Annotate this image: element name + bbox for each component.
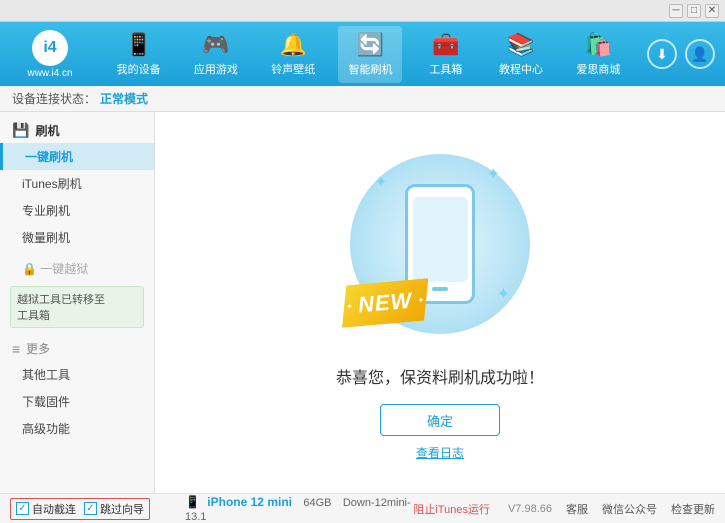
service-link[interactable]: 客服 bbox=[566, 501, 588, 517]
stop-itunes-button[interactable]: 阻止iTunes运行 bbox=[413, 501, 490, 517]
flash-section-label: 刷机 bbox=[35, 122, 59, 139]
bottom-bar: 自动截连 跳过向导 📱 iPhone 12 mini 64GB Down-12m… bbox=[0, 493, 725, 523]
my-device-icon: 📱 bbox=[125, 32, 152, 58]
one-key-flash-item[interactable]: 一键刷机 bbox=[0, 143, 154, 170]
sparkle-3: ✦ bbox=[497, 284, 510, 304]
ringtones-icon: 🔔 bbox=[280, 32, 307, 58]
toolbox-icon: 🧰 bbox=[432, 32, 459, 58]
confirm-button[interactable]: 确定 bbox=[380, 404, 500, 436]
star-left: ✦ bbox=[346, 301, 353, 311]
nav-ringtones[interactable]: 🔔 铃声壁纸 bbox=[261, 26, 325, 83]
apps-games-icon: 🎮 bbox=[202, 32, 229, 58]
content-area: ✦ ✦ ✦ ✦ NEW ✦ 恭喜您，保资料刷机成功啦！ 确定 查看日志 bbox=[155, 112, 725, 493]
nav-toolbox[interactable]: 🧰 工具箱 bbox=[416, 26, 476, 83]
flash-section: 💾 刷机 一键刷机 iTunes刷机 专业刷机 微量刷机 bbox=[0, 116, 154, 253]
user-button[interactable]: 👤 bbox=[685, 39, 715, 69]
nav-items: 📱 我的设备 🎮 应用游戏 🔔 铃声壁纸 🔄 智能刷机 🧰 工具箱 📚 教程中心… bbox=[100, 26, 637, 83]
main-area: 💾 刷机 一键刷机 iTunes刷机 专业刷机 微量刷机 🔒 一键越狱 bbox=[0, 112, 725, 493]
device-storage: 64GB bbox=[303, 497, 331, 509]
nav-my-device[interactable]: 📱 我的设备 bbox=[107, 26, 171, 83]
bottom-right: 阻止iTunes运行 V7.98.66 客服 微信公众号 检查更新 bbox=[413, 501, 715, 517]
nav-ringtones-label: 铃声壁纸 bbox=[271, 61, 315, 77]
nav-think-shop[interactable]: 🛍️ 爱思商城 bbox=[566, 26, 630, 83]
more-section-header: 更多 bbox=[0, 336, 154, 361]
device-status-bar: 设备连接状态： 正常模式 bbox=[0, 86, 725, 112]
success-illustration: ✦ ✦ ✦ ✦ NEW ✦ bbox=[340, 144, 540, 344]
device-name: iPhone 12 mini bbox=[207, 495, 292, 509]
nav-toolbox-label: 工具箱 bbox=[429, 61, 462, 77]
maximize-button[interactable]: □ bbox=[687, 4, 701, 18]
view-log-link[interactable]: 查看日志 bbox=[416, 444, 464, 461]
nav-tutorial[interactable]: 📚 教程中心 bbox=[489, 26, 553, 83]
star-right: ✦ bbox=[417, 295, 424, 305]
logo-area: i4 www.i4.cn bbox=[10, 30, 90, 79]
version-text: V7.98.66 bbox=[508, 503, 552, 515]
title-bar: ─ □ ✕ bbox=[0, 0, 725, 22]
top-nav: i4 www.i4.cn 📱 我的设备 🎮 应用游戏 🔔 铃声壁纸 🔄 智能刷机… bbox=[0, 22, 725, 86]
phone-screen bbox=[413, 197, 468, 282]
new-badge-text: NEW bbox=[357, 288, 413, 319]
jailbreak-section: 🔒 一键越狱 越狱工具已转移至 工具箱 bbox=[0, 253, 154, 334]
auto-connect-box[interactable] bbox=[16, 502, 29, 515]
logo-subtitle: www.i4.cn bbox=[27, 68, 72, 79]
minimize-button[interactable]: ─ bbox=[669, 4, 683, 18]
sidebar-notice: 越狱工具已转移至 工具箱 bbox=[10, 286, 144, 328]
pro-flash-item[interactable]: 专业刷机 bbox=[0, 197, 154, 224]
nav-smart-shop[interactable]: 🔄 智能刷机 bbox=[338, 26, 402, 83]
nav-think-shop-label: 爱思商城 bbox=[576, 61, 620, 77]
circle-background: ✦ ✦ ✦ ✦ NEW ✦ bbox=[350, 154, 530, 334]
smart-shop-icon: 🔄 bbox=[357, 32, 384, 58]
sparkle-2: ✦ bbox=[487, 164, 500, 184]
close-button[interactable]: ✕ bbox=[705, 4, 719, 18]
nav-smart-shop-label: 智能刷机 bbox=[348, 61, 392, 77]
device-info: 📱 iPhone 12 mini 64GB Down-12mini-13.1 bbox=[175, 495, 413, 523]
jailbreak-item: 🔒 一键越狱 bbox=[0, 255, 154, 282]
success-message: 恭喜您，保资料刷机成功啦！ bbox=[336, 364, 544, 388]
sparkle-1: ✦ bbox=[374, 172, 387, 192]
nav-apps-games[interactable]: 🎮 应用游戏 bbox=[184, 26, 248, 83]
status-prefix: 设备连接状态： bbox=[12, 90, 96, 107]
logo-icon: i4 bbox=[32, 30, 68, 66]
wechat-link[interactable]: 微信公众号 bbox=[602, 501, 657, 517]
nav-apps-games-label: 应用游戏 bbox=[194, 61, 238, 77]
device-icon: 📱 bbox=[185, 495, 200, 509]
think-shop-icon: 🛍️ bbox=[585, 32, 612, 58]
skip-guide-box[interactable] bbox=[84, 502, 97, 515]
nav-right-buttons: ⬇ 👤 bbox=[647, 39, 715, 69]
bottom-left: 自动截连 跳过向导 bbox=[10, 498, 175, 520]
download-firmware-item[interactable]: 下载固件 bbox=[0, 388, 154, 415]
phone-button bbox=[432, 287, 448, 291]
more-section: 更多 其他工具 下载固件 高级功能 bbox=[0, 334, 154, 444]
flash-section-icon: 💾 bbox=[12, 122, 29, 139]
auto-connect-checkbox[interactable]: 自动截连 bbox=[16, 501, 76, 517]
advanced-item[interactable]: 高级功能 bbox=[0, 415, 154, 442]
nav-my-device-label: 我的设备 bbox=[117, 61, 161, 77]
check-update-link[interactable]: 检查更新 bbox=[671, 501, 715, 517]
new-badge: ✦ NEW ✦ bbox=[338, 278, 432, 328]
dual-flash-item[interactable]: 微量刷机 bbox=[0, 224, 154, 251]
other-tools-item[interactable]: 其他工具 bbox=[0, 361, 154, 388]
flash-section-header: 💾 刷机 bbox=[0, 118, 154, 143]
download-button[interactable]: ⬇ bbox=[647, 39, 677, 69]
itunes-flash-item[interactable]: iTunes刷机 bbox=[0, 170, 154, 197]
status-value: 正常模式 bbox=[100, 90, 148, 107]
tutorial-icon: 📚 bbox=[507, 32, 534, 58]
nav-tutorial-label: 教程中心 bbox=[499, 61, 543, 77]
sidebar: 💾 刷机 一键刷机 iTunes刷机 专业刷机 微量刷机 🔒 一键越狱 bbox=[0, 112, 155, 493]
skip-guide-checkbox[interactable]: 跳过向导 bbox=[84, 501, 144, 517]
stop-itunes-area: 阻止iTunes运行 bbox=[413, 501, 494, 517]
lock-icon: 🔒 bbox=[22, 262, 37, 276]
